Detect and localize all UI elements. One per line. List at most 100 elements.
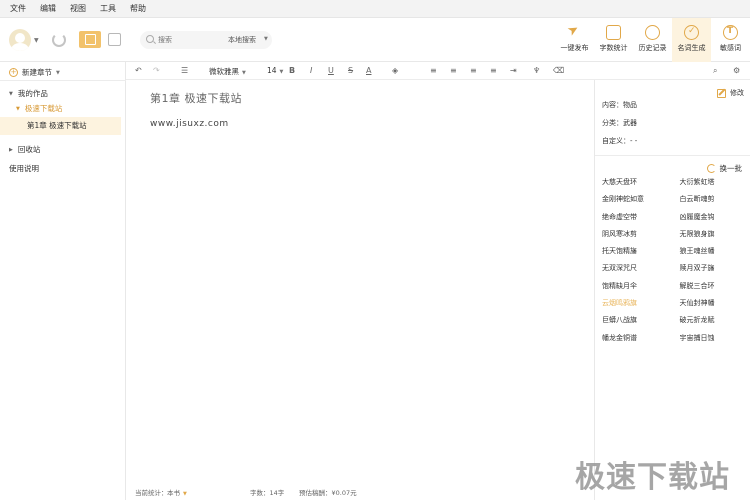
generated-name-item[interactable]: 金刚神蛇如意 (602, 194, 670, 204)
refresh-button[interactable]: 换一批 (706, 163, 742, 174)
divider (0, 80, 126, 81)
generated-name-item[interactable]: 赎月双子旛 (680, 263, 748, 273)
font-family-select[interactable]: 微软雅黑 ▼ (209, 66, 246, 77)
refresh-icon (706, 164, 716, 173)
generated-name-item[interactable]: 解脱三合环 (680, 281, 748, 291)
format-painter-icon[interactable]: ♆ (533, 66, 540, 75)
generated-name-item[interactable]: 大慈天盘环 (602, 177, 670, 187)
toolbar-actions: 一键发布 字数统计 历史记录 名词生成 敏感词 (555, 18, 750, 62)
tree-book[interactable]: ▼ 极速下载站 (16, 103, 62, 114)
new-chapter-button[interactable]: + 新建章节 ▼ (9, 67, 60, 78)
edit-icon (717, 88, 726, 98)
name-generator-panel: 修改 内容：物品 分类：武器 自定义：- - 换一批 大慈天盘环 大衍紫虹塔 金刚神… (594, 80, 750, 500)
generated-name-item[interactable]: 宇宙捕日蚀 (680, 333, 748, 343)
generated-name-item[interactable]: 幡龙金铜谱 (602, 333, 670, 343)
sidebar: + 新建章节 ▼ ▼ 我的作品 ▼ 极速下载站 第1章 极速下载站 ▶ 回收站 … (0, 62, 126, 500)
align-center-icon[interactable]: ≡ (450, 66, 457, 75)
generated-name-item[interactable]: 天仙封神幡 (680, 298, 748, 308)
word-count-status: 字数：14字 (250, 487, 284, 497)
modify-button[interactable]: 修改 (717, 88, 744, 98)
align-left-icon[interactable]: ≡ (430, 66, 437, 75)
status-bar: 当前统计： 本书 ▼ 字数：14字 预估稿酬：¥0.07元 (126, 482, 594, 500)
tree-chapter[interactable]: 第1章 极速下载站 (0, 117, 121, 135)
income-status: 预估稿酬：¥0.07元 (299, 487, 357, 497)
name-generator-icon (684, 25, 699, 40)
gear-icon[interactable]: ⚙ (733, 66, 740, 75)
publish-button[interactable]: 一键发布 (555, 18, 594, 62)
stat-scope-select[interactable]: 本书 ▼ (167, 487, 187, 497)
format-toolbar: ↶ ↷ ☰ 微软雅黑 ▼ 14 ▼ B I U S A ◈ ≡ ≡ ≡ ≡ ⇥ ♆ … (126, 62, 750, 80)
chevron-down-icon[interactable]: ▼ (34, 37, 39, 44)
undo-icon[interactable]: ↶ (135, 66, 142, 75)
menu-help[interactable]: 帮助 (130, 3, 146, 14)
paragraph-icon[interactable]: ☰ (181, 66, 188, 75)
tree-help[interactable]: 使用说明 (9, 163, 39, 174)
generated-name-item[interactable]: 阴风寒冰剪 (602, 229, 670, 239)
layout-toggle-button[interactable] (79, 31, 101, 48)
generated-name-item[interactable]: 饱精缺月伞 (602, 281, 670, 291)
search-icon[interactable]: ⌕ (713, 66, 717, 76)
history-label: 历史记录 (638, 44, 667, 52)
align-right-icon[interactable]: ≡ (470, 66, 477, 75)
bold-button[interactable]: B (289, 66, 295, 75)
menu-view[interactable]: 视图 (70, 3, 86, 14)
sensitive-word-button[interactable]: 敏感词 (711, 18, 750, 62)
italic-button[interactable]: I (310, 66, 312, 75)
custom-field: 自定义：- - (602, 137, 638, 145)
generated-names-list: 大慈天盘环 大衍紫虹塔 金刚神蛇如意 白云断魂剪 绝命虚空带 凶履魔金钩 阴风寒冰剪 无限狼身… (602, 177, 747, 343)
font-size-select[interactable]: 14 ▼ (267, 66, 283, 75)
divider (595, 155, 750, 156)
generated-name-item[interactable]: 大衍紫虹塔 (680, 177, 748, 187)
publish-label: 一键发布 (560, 44, 589, 52)
tree-recycle-bin[interactable]: ▶ 回收站 (9, 144, 40, 155)
avatar[interactable] (9, 29, 31, 51)
income-label: 预估稿酬： (299, 489, 332, 497)
word-count-icon (606, 25, 621, 40)
stat-scope-value: 本书 (167, 489, 180, 497)
tree-my-works[interactable]: ▼ 我的作品 (9, 88, 48, 99)
menu-tools[interactable]: 工具 (100, 3, 116, 14)
generated-name-item[interactable]: 巨蟒八战旗 (602, 315, 670, 325)
redo-icon[interactable]: ↷ (153, 66, 160, 75)
tree-recycle-label: 回收站 (17, 145, 41, 154)
chevron-down-icon[interactable]: ▼ (264, 36, 268, 42)
generated-name-item[interactable]: 白云断魂剪 (680, 194, 748, 204)
generated-name-item[interactable]: 凶履魔金钩 (680, 212, 748, 222)
sync-icon[interactable] (52, 33, 66, 47)
editor-content[interactable]: www.jisuxz.com (150, 119, 229, 129)
generated-name-item[interactable]: 无限狼身旗 (680, 229, 748, 239)
eraser-icon[interactable]: ⌫ (553, 66, 564, 75)
fullscreen-button[interactable] (108, 33, 121, 46)
generated-name-item[interactable]: 绝命虚空带 (602, 212, 670, 222)
chapter-title[interactable]: 第1章 极速下载站 (150, 90, 242, 106)
chevron-down-icon: ▼ (16, 105, 20, 112)
search-box: 本地搜索 ▼ (140, 31, 272, 49)
word-count-button[interactable]: 字数统计 (594, 18, 633, 62)
name-generator-button[interactable]: 名词生成 (672, 18, 711, 62)
editor[interactable]: 第1章 极速下载站 www.jisuxz.com (126, 80, 594, 482)
highlight-icon[interactable]: ◈ (392, 66, 398, 75)
chevron-down-icon: ▼ (279, 69, 284, 75)
search-icon (146, 35, 154, 43)
sensitive-word-icon (723, 25, 738, 40)
history-button[interactable]: 历史记录 (633, 18, 672, 62)
generated-name-item[interactable]: 无双深咒尺 (602, 263, 670, 273)
align-justify-icon[interactable]: ≡ (490, 66, 497, 75)
generated-name-item[interactable]: 破元折龙赋 (680, 315, 748, 325)
menu-edit[interactable]: 编辑 (40, 3, 56, 14)
menu-file[interactable]: 文件 (10, 3, 26, 14)
generated-name-item[interactable]: 托天饱精旛 (602, 246, 670, 256)
generated-name-item[interactable]: 狼王魂丝幡 (680, 246, 748, 256)
underline-button[interactable]: U (328, 66, 334, 75)
generated-name-item[interactable]: 云烟鸣鸦旗 (602, 298, 670, 308)
history-icon (645, 25, 660, 40)
tree-book-label: 极速下载站 (24, 104, 63, 113)
font-color-button[interactable]: A (366, 66, 371, 75)
chevron-down-icon[interactable]: ▼ (56, 70, 60, 76)
chevron-down-icon: ▼ (9, 90, 13, 97)
strikethrough-button[interactable]: S (348, 66, 353, 75)
search-scope-select[interactable]: 本地搜索 (228, 35, 256, 45)
search-input[interactable] (158, 34, 218, 46)
indent-icon[interactable]: ⇥ (510, 66, 517, 75)
word-count-label: 字数统计 (599, 44, 628, 52)
